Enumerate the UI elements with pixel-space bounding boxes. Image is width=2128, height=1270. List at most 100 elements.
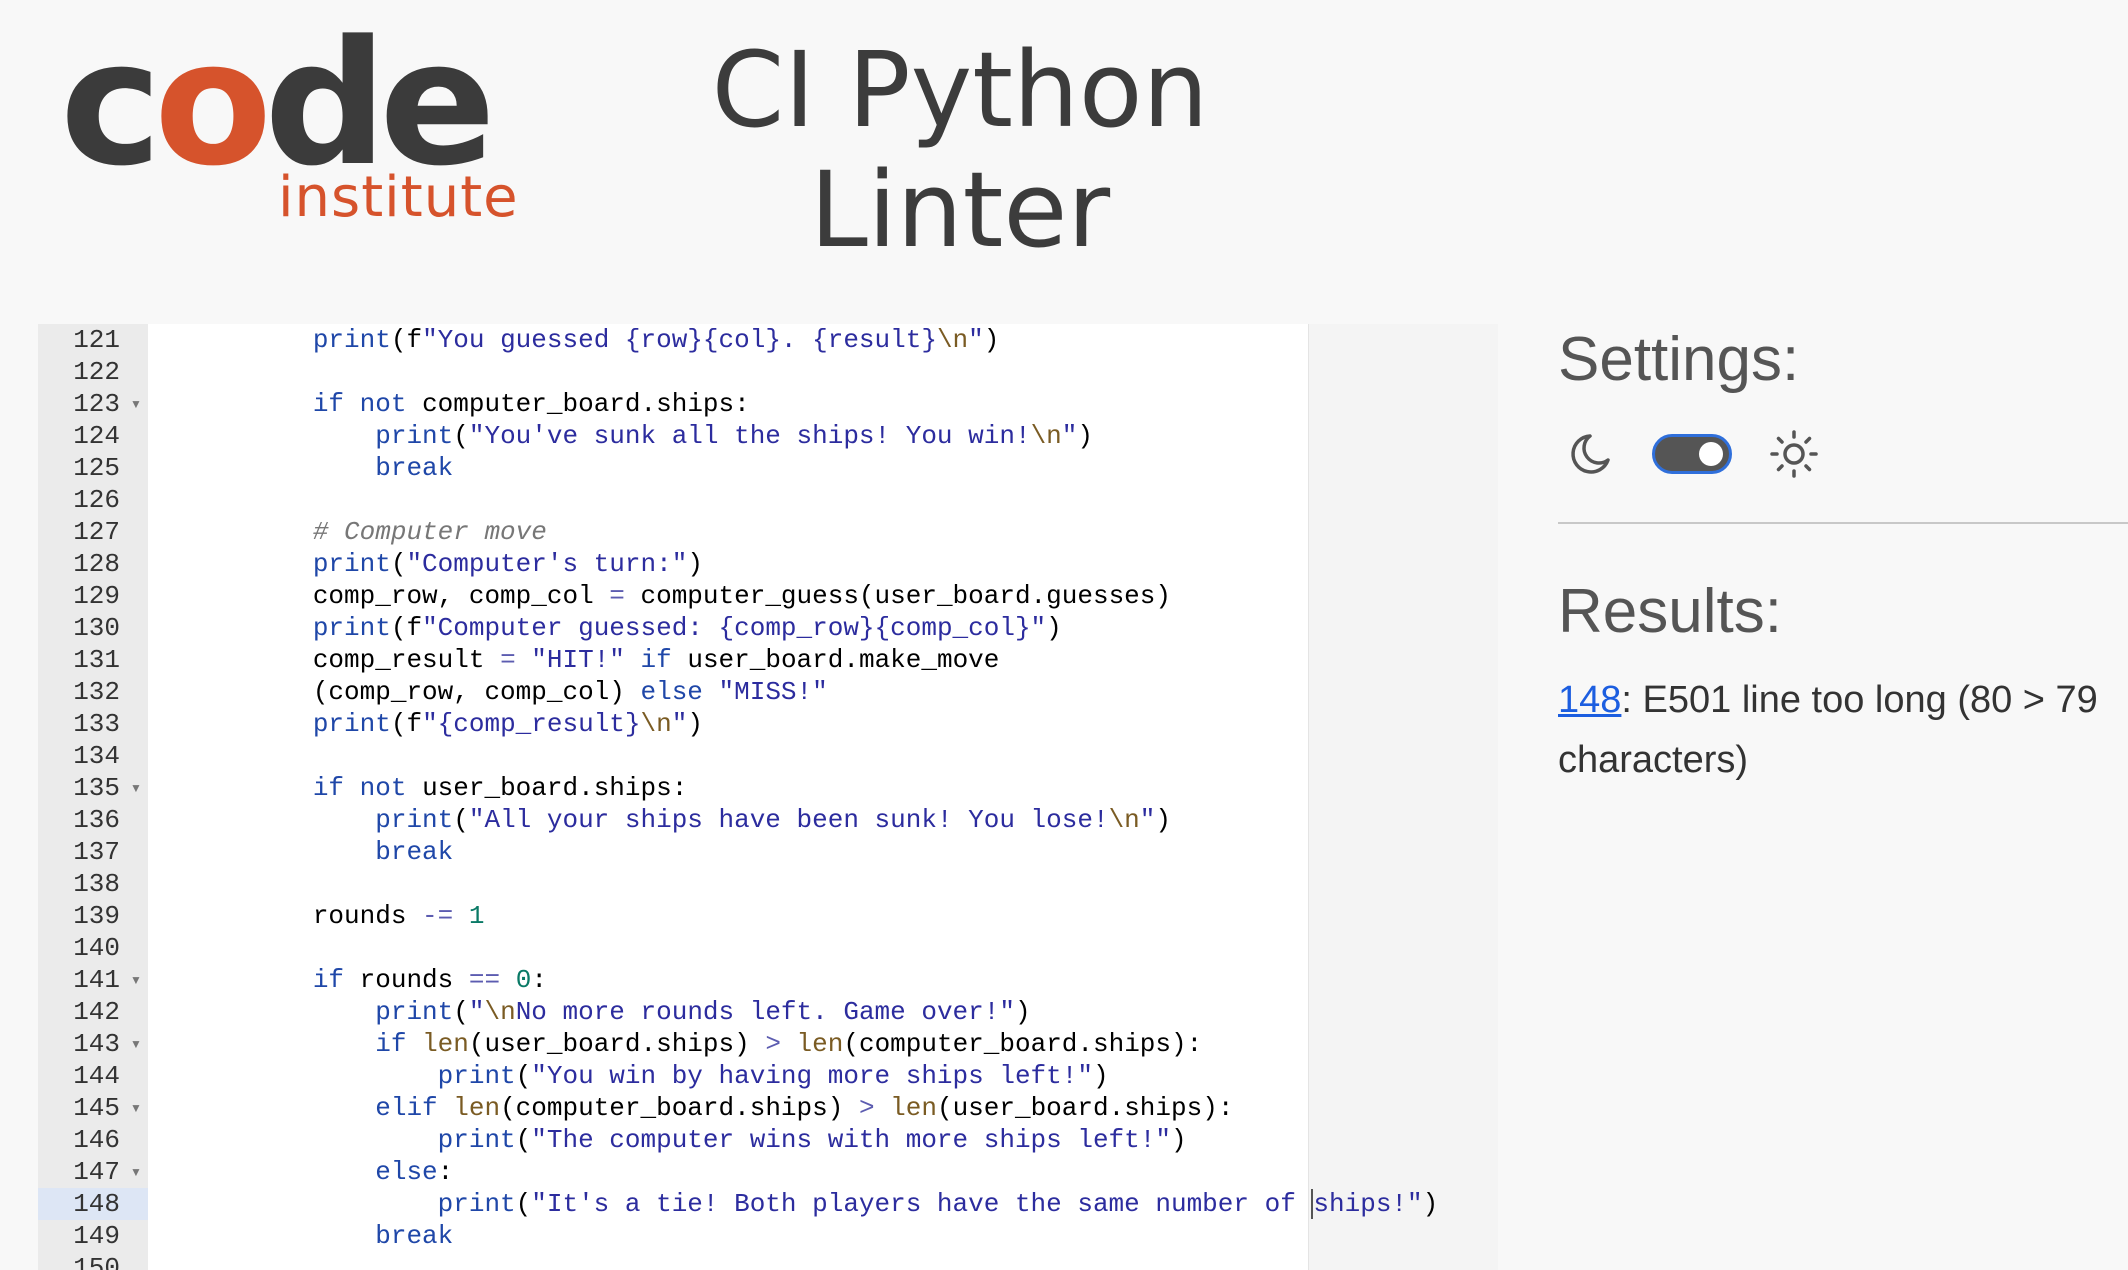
editor-lines[interactable]: 121 print(f"You guessed {row}{col}. {res…	[38, 324, 1498, 1270]
code-line[interactable]: 127 # Computer move	[38, 516, 1498, 548]
code-line[interactable]: 126	[38, 484, 1498, 516]
code-line[interactable]: 129 comp_row, comp_col = computer_guess(…	[38, 580, 1498, 612]
code-line-active[interactable]: 148 print("It's a tie! Both players have…	[38, 1188, 1498, 1220]
theme-toggle-row	[1558, 424, 1858, 484]
code-line[interactable]: 144 print("You win by having more ships …	[38, 1060, 1498, 1092]
fold-arrow-icon[interactable]: ▼	[128, 1156, 144, 1188]
page-title: CI Python Linter	[660, 30, 1260, 270]
line-number: 144	[73, 1061, 120, 1091]
code-line[interactable]: 130 print(f"Computer guessed: {comp_row}…	[38, 612, 1498, 644]
line-number: 131	[73, 645, 120, 675]
text-cursor: ships!"	[1311, 1189, 1423, 1219]
fold-arrow-icon[interactable]: ▼	[128, 1092, 144, 1124]
code-text[interactable]: print(f"{comp_result}\n")	[188, 708, 703, 740]
logo-letter-c: c	[60, 3, 162, 204]
code-text[interactable]: print("Computer's turn:")	[188, 548, 703, 580]
code-text[interactable]: rounds -= 1	[188, 900, 485, 932]
code-line[interactable]: 139 rounds -= 1	[38, 900, 1498, 932]
code-text[interactable]: elif len(computer_board.ships) > len(use…	[188, 1092, 1233, 1124]
line-number: 134	[73, 741, 120, 771]
line-number: 142	[73, 997, 120, 1027]
line-number: 121	[73, 325, 120, 355]
code-line[interactable]: 121 print(f"You guessed {row}{col}. {res…	[38, 324, 1498, 356]
code-text[interactable]: print("You win by having more ships left…	[188, 1060, 1109, 1092]
fold-arrow-icon[interactable]: ▼	[128, 388, 144, 420]
code-text[interactable]: if not computer_board.ships:	[188, 388, 750, 420]
code-line[interactable]: 145 ▼ elif len(computer_board.ships) > l…	[38, 1092, 1498, 1124]
code-text[interactable]: if len(user_board.ships) > len(computer_…	[188, 1028, 1202, 1060]
line-number: 137	[73, 837, 120, 867]
code-text[interactable]: print("You've sunk all the ships! You wi…	[188, 420, 1093, 452]
code-text[interactable]: print(f"Computer guessed: {comp_row}{com…	[188, 612, 1062, 644]
code-line[interactable]: 150	[38, 1252, 1498, 1270]
code-text[interactable]: if rounds == 0:	[188, 964, 547, 996]
settings-heading: Settings:	[1558, 325, 1800, 394]
line-number: 149	[73, 1221, 120, 1251]
code-line[interactable]: 124 print("You've sunk all the ships! Yo…	[38, 420, 1498, 452]
code-text[interactable]: print("All your ships have been sunk! Yo…	[188, 804, 1171, 836]
fold-arrow-icon[interactable]: ▼	[128, 964, 144, 996]
code-line[interactable]: 123 ▼ if not computer_board.ships:	[38, 388, 1498, 420]
code-text[interactable]: break	[188, 1220, 453, 1252]
line-number: 148	[38, 1188, 148, 1220]
result-message: : E501 line too long (80 > 79 characters…	[1558, 679, 2098, 781]
code-text[interactable]: comp_row, comp_col = computer_guess(user…	[188, 580, 1171, 612]
fold-arrow-icon[interactable]: ▼	[128, 1028, 144, 1060]
code-line[interactable]: 149 break	[38, 1220, 1498, 1252]
code-line[interactable]: 132 (comp_row, comp_col) else "MISS!"	[38, 676, 1498, 708]
code-text[interactable]: (comp_row, comp_col) else "MISS!"	[188, 676, 828, 708]
code-line[interactable]: 134	[38, 740, 1498, 772]
line-number: 125	[73, 453, 120, 483]
code-line[interactable]: 122	[38, 356, 1498, 388]
code-text[interactable]: # Computer move	[188, 516, 547, 548]
fold-arrow-icon[interactable]: ▼	[128, 772, 144, 804]
code-line[interactable]: 137 break	[38, 836, 1498, 868]
code-line[interactable]: 136 print("All your ships have been sunk…	[38, 804, 1498, 836]
line-number: 124	[73, 421, 120, 451]
line-number: 128	[73, 549, 120, 579]
line-number: 140	[73, 933, 120, 963]
code-editor[interactable]: 121 print(f"You guessed {row}{col}. {res…	[38, 324, 1498, 1270]
code-text[interactable]: print(f"You guessed {row}{col}. {result}…	[188, 324, 1000, 356]
code-text[interactable]: comp_result = "HIT!" if user_board.make_…	[188, 644, 1000, 676]
line-number: 130	[73, 613, 120, 643]
code-line[interactable]: 147 ▼ else:	[38, 1156, 1498, 1188]
page-title-line-1: CI Python	[711, 29, 1209, 151]
line-number: 136	[73, 805, 120, 835]
code-institute-logo: code institute	[60, 18, 518, 234]
code-line[interactable]: 140	[38, 932, 1498, 964]
code-line[interactable]: 131 comp_result = "HIT!" if user_board.m…	[38, 644, 1498, 676]
code-line[interactable]: 143 ▼ if len(user_board.ships) > len(com…	[38, 1028, 1498, 1060]
line-number: 122	[73, 357, 120, 387]
line-number: 132	[73, 677, 120, 707]
page-title-line-2: Linter	[809, 149, 1111, 271]
code-text[interactable]: print("\nNo more rounds left. Game over!…	[188, 996, 1030, 1028]
line-number: 129	[73, 581, 120, 611]
code-line[interactable]: 142 print("\nNo more rounds left. Game o…	[38, 996, 1498, 1028]
code-line[interactable]: 138	[38, 868, 1498, 900]
code-line[interactable]: 141 ▼ if rounds == 0:	[38, 964, 1498, 996]
code-line[interactable]: 128 print("Computer's turn:")	[38, 548, 1498, 580]
code-line[interactable]: 125 break	[38, 452, 1498, 484]
code-line[interactable]: 135 ▼ if not user_board.ships:	[38, 772, 1498, 804]
line-number: 146	[73, 1125, 120, 1155]
line-number: 133	[73, 709, 120, 739]
line-number: 127	[73, 517, 120, 547]
moon-icon	[1571, 434, 1610, 474]
line-number: 138	[73, 869, 120, 899]
line-number: 126	[73, 485, 120, 515]
logo-subtitle: institute	[278, 165, 519, 230]
theme-toggle[interactable]	[1652, 434, 1732, 474]
code-text[interactable]: else:	[188, 1156, 453, 1188]
lint-result: 148: E501 line too long (80 > 79 charact…	[1558, 670, 2118, 790]
code-text[interactable]: print("It's a tie! Both players have the…	[188, 1188, 1438, 1220]
code-text[interactable]: print("The computer wins with more ships…	[188, 1124, 1187, 1156]
code-line[interactable]: 133 print(f"{comp_result}\n")	[38, 708, 1498, 740]
code-text[interactable]: break	[188, 452, 453, 484]
code-line[interactable]: 146 print("The computer wins with more s…	[38, 1124, 1498, 1156]
code-text[interactable]: if not user_board.ships:	[188, 772, 688, 804]
line-number: 150	[73, 1253, 120, 1270]
code-text[interactable]: break	[188, 836, 453, 868]
sun-icon	[1770, 430, 1818, 478]
result-line-link[interactable]: 148	[1558, 679, 1621, 721]
